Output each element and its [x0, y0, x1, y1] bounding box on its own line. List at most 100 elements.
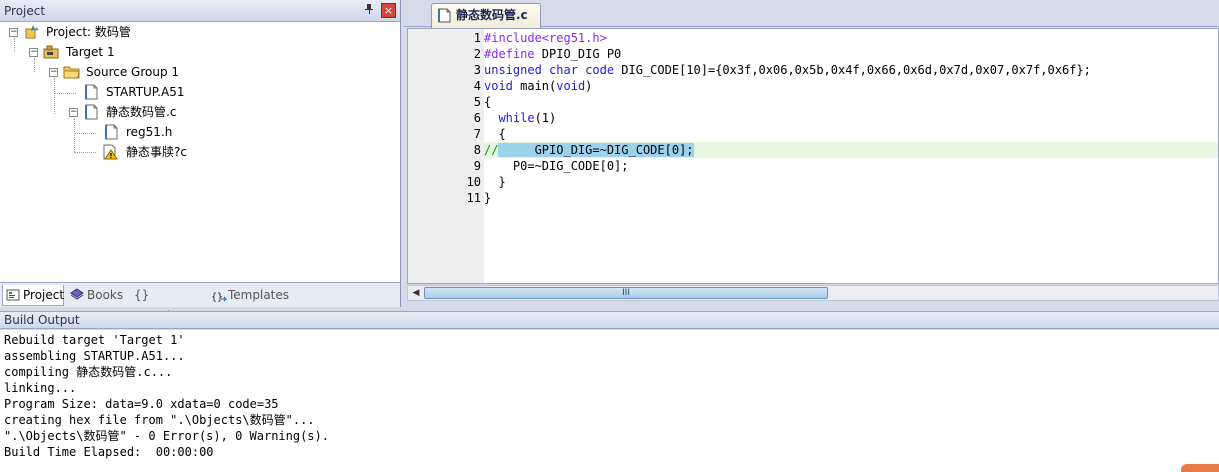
- output-line: ".\Objects\数码管" - 0 Error(s), 0 Warning(…: [4, 429, 329, 443]
- folder-icon: [63, 65, 80, 81]
- tree-label-header-file: reg51.h: [126, 125, 173, 139]
- code-text: }: [484, 175, 506, 189]
- project-panel-tabs: Project Books {} Functions {} Templates: [0, 282, 400, 323]
- code-keyword: void: [484, 79, 513, 93]
- tab-templates[interactable]: {} Templates: [208, 285, 290, 306]
- line-number: 3: [473, 63, 481, 77]
- code-line-1: #include<reg51.h>: [484, 30, 607, 46]
- file-icon: [105, 124, 121, 140]
- code-text: DIG_CODE[10]={0x3f,0x06,0x5b,0x4f,0x66,0…: [614, 63, 1091, 77]
- project-tree: − Project: 数码管 − Target 1 − Source Group…: [0, 22, 400, 282]
- scrollbar-thumb[interactable]: III: [424, 287, 828, 299]
- collapse-toggle-icon[interactable]: −: [49, 68, 58, 77]
- code-selection: GPIO_DIG=~DIG_CODE[0];: [498, 143, 694, 157]
- line-number-gutter: 1 2 3 4 5 6 7 8 9 10 11: [408, 29, 484, 283]
- warning-icon: [103, 144, 119, 160]
- books-icon: [70, 288, 84, 302]
- line-number: 8: [473, 143, 481, 157]
- tree-label-warning-file: 静态事牍?c: [126, 145, 187, 159]
- tab-project-label: Project: [23, 288, 65, 302]
- code-text: {: [484, 95, 492, 109]
- output-line: assembling STARTUP.A51...: [4, 349, 185, 363]
- close-icon[interactable]: ×: [381, 3, 396, 18]
- tab-templates-label: Templates: [228, 288, 290, 302]
- line-number: 4: [473, 79, 481, 93]
- code-line-11: }: [484, 190, 491, 206]
- code-keyword: unsigned char code: [484, 63, 615, 77]
- code-text: main(: [512, 79, 557, 93]
- editor-tab-label: 静态数码管.c: [456, 8, 528, 22]
- tree-label-startup-file: STARTUP.A51: [106, 85, 185, 99]
- tree-label-source-group: Source Group 1: [86, 65, 180, 79]
- code-line-3: unsigned char code DIG_CODE[10]={0x3f,0x…: [484, 62, 1091, 78]
- code-line-6: while(1): [484, 110, 556, 126]
- code-text: }: [484, 191, 492, 205]
- editor-file-tab[interactable]: 静态数码管.c: [431, 3, 541, 28]
- output-line: Build Time Elapsed: 00:00:00: [4, 445, 214, 459]
- line-number: 11: [466, 191, 481, 205]
- line-number: 5: [473, 95, 481, 109]
- file-icon: [85, 84, 101, 100]
- tree-item-warning-file[interactable]: 静态事牍?c: [0, 143, 220, 162]
- code-editor[interactable]: 1 2 3 4 5 6 7 8 9 10 11 #include<reg51.h…: [407, 28, 1219, 284]
- build-output-header: Build Output: [0, 311, 1219, 329]
- output-line: Rebuild target 'Target 1': [4, 333, 185, 347]
- editor-tabbar: 静态数码管.c: [404, 0, 1219, 28]
- build-output-title: Build Output: [4, 313, 80, 327]
- output-line: linking...: [4, 381, 77, 395]
- code-keyword: while: [484, 111, 535, 125]
- code-text: {: [484, 127, 506, 141]
- line-number: 9: [473, 159, 481, 173]
- collapse-toggle-icon[interactable]: −: [69, 108, 78, 117]
- project-tab-icon: [6, 288, 20, 302]
- build-output-pane[interactable]: Rebuild target 'Target 1' assembling STA…: [0, 330, 1219, 472]
- code-line-7: {: [484, 126, 506, 142]
- code-line-8-current: // GPIO_DIG=~DIG_CODE[0];: [484, 142, 1218, 158]
- tree-label-target: Target 1: [66, 45, 115, 59]
- code-line-10: }: [484, 174, 506, 190]
- code-line-9: P0=~DIG_CODE[0];: [484, 158, 629, 174]
- output-line: Program Size: data=9.0 xdata=0 code=35: [4, 397, 279, 411]
- code-text: ): [585, 79, 593, 93]
- tree-item-source-group[interactable]: − Source Group 1: [0, 63, 200, 82]
- corner-decoration: [1181, 464, 1219, 472]
- code-keyword: void: [556, 79, 586, 93]
- tree-item-header-file[interactable]: reg51.h: [0, 123, 200, 142]
- tree-item-startup-file[interactable]: STARTUP.A51: [0, 83, 200, 102]
- line-number: 10: [466, 175, 481, 189]
- tree-label-project: Project: 数码管: [46, 25, 131, 39]
- collapse-toggle-icon[interactable]: −: [29, 48, 38, 57]
- tree-label-c-file: 静态数码管.c: [106, 105, 177, 119]
- line-number: 2: [473, 47, 481, 61]
- target-icon: [43, 45, 59, 61]
- tree-item-target[interactable]: − Target 1: [0, 43, 200, 62]
- code-keyword: #define: [484, 47, 535, 61]
- project-icon: [24, 24, 40, 40]
- code-text: P0=~DIG_CODE[0];: [484, 159, 629, 173]
- tree-item-c-file[interactable]: − 静态数码管.c: [0, 103, 200, 122]
- scroll-left-icon[interactable]: ◀: [408, 286, 424, 300]
- project-panel-title: Project: [4, 4, 46, 18]
- code-text: DPIO_DIG P0: [534, 47, 622, 61]
- code-preprocessor: #include<reg51.h>: [484, 31, 607, 45]
- tab-books[interactable]: Books: [67, 285, 127, 306]
- line-number: 1: [473, 31, 481, 45]
- code-comment: //: [484, 143, 499, 157]
- tab-functions[interactable]: {} Functions: [129, 285, 207, 323]
- tab-project[interactable]: Project: [2, 285, 64, 306]
- tree-item-project[interactable]: − Project: 数码管: [0, 23, 200, 42]
- code-text: (1): [534, 111, 557, 125]
- project-panel: Project × − Project: 数码管 − Target 1 − So…: [0, 0, 401, 323]
- output-line: compiling 静态数码管.c...: [4, 365, 173, 379]
- file-icon: [85, 104, 101, 120]
- horizontal-scrollbar[interactable]: ◀ III: [407, 285, 1219, 301]
- code-line-4: void main(void): [484, 78, 592, 94]
- editor-panel: 静态数码管.c 1 2 3 4 5 6 7 8 9 10 11 #include…: [404, 0, 1219, 307]
- line-number: 7: [473, 127, 481, 141]
- templates-icon: {}: [211, 289, 228, 303]
- pin-icon[interactable]: [362, 3, 376, 17]
- code-line-2: #define DPIO_DIG P0: [484, 46, 621, 62]
- svg-text:{}: {}: [211, 292, 223, 303]
- line-number: 6: [473, 111, 481, 125]
- collapse-toggle-icon[interactable]: −: [9, 28, 18, 37]
